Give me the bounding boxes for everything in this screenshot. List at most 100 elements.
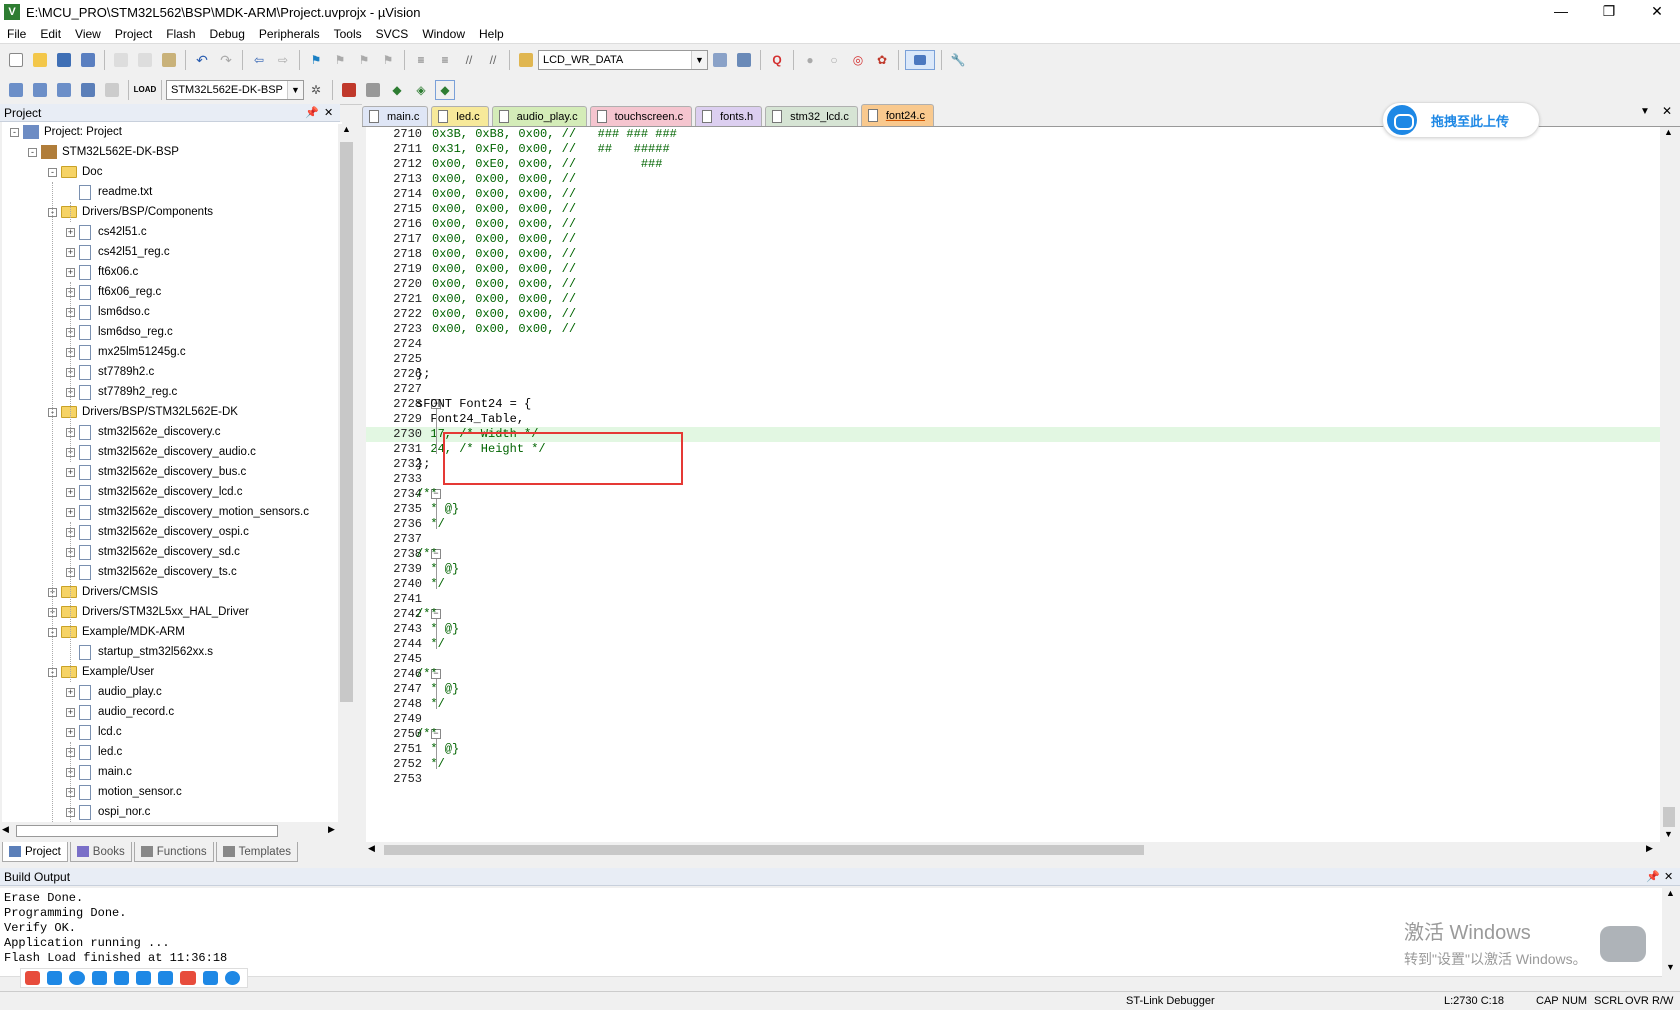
new-file-icon[interactable] xyxy=(6,50,26,70)
code-line[interactable]: 2725 xyxy=(366,352,1660,367)
moon-icon[interactable] xyxy=(69,971,85,985)
menu-project[interactable]: Project xyxy=(108,27,159,41)
undo-icon[interactable]: ↶ xyxy=(192,50,212,70)
code-line[interactable]: 2724 xyxy=(366,337,1660,352)
chinese-mode-icon[interactable] xyxy=(47,971,63,985)
find-icon[interactable] xyxy=(710,50,730,70)
tree-item[interactable]: + audio_record.c xyxy=(66,702,174,722)
scroll-up-icon[interactable]: ▲ xyxy=(338,124,355,140)
bookmark-icon[interactable]: ⚑ xyxy=(306,50,326,70)
tree-item[interactable]: + stm32l562e_discovery_bus.c xyxy=(66,462,246,482)
code-line[interactable]: 2739 * @} xyxy=(366,562,1660,577)
tree-item[interactable]: - Example/MDK-ARM xyxy=(48,622,185,642)
build-icon[interactable] xyxy=(30,80,50,100)
code-line[interactable]: 2737 xyxy=(366,532,1660,547)
code-line[interactable]: 2723 0x00, 0x00, 0x00, // xyxy=(366,322,1660,337)
close-button[interactable]: ✕ xyxy=(1634,0,1680,24)
pack-installer-icon[interactable]: ◆ xyxy=(387,80,407,100)
code-line[interactable]: 2716 0x00, 0x00, 0x00, // xyxy=(366,217,1660,232)
bottom-tab-project[interactable]: Project xyxy=(2,842,68,862)
save-icon[interactable] xyxy=(54,50,74,70)
chevron-down-icon[interactable]: ▼ xyxy=(691,51,707,69)
open-folder-icon[interactable] xyxy=(30,50,50,70)
tree-item[interactable]: + mx25lm51245g.c xyxy=(66,342,186,362)
select-packs-icon[interactable]: ◈ xyxy=(411,80,431,100)
code-line[interactable]: 2722 0x00, 0x00, 0x00, // xyxy=(366,307,1660,322)
scroll-up-icon[interactable]: ▲ xyxy=(1664,127,1673,137)
manage-multi-project-icon[interactable] xyxy=(363,80,383,100)
code-line[interactable]: 2742−/** xyxy=(366,607,1660,622)
tree-item[interactable]: + led.c xyxy=(66,742,122,762)
code-line[interactable]: 2750−/** xyxy=(366,727,1660,742)
tree-item[interactable]: + cs42l51.c xyxy=(66,222,147,242)
video-icon[interactable] xyxy=(180,971,196,985)
scroll-down-icon[interactable]: ▼ xyxy=(1664,829,1673,839)
code-line[interactable]: 2718 0x00, 0x00, 0x00, // xyxy=(366,247,1660,262)
code-line[interactable]: 2744 */ xyxy=(366,637,1660,652)
code-line[interactable]: 2717 0x00, 0x00, 0x00, // xyxy=(366,232,1660,247)
indent-icon[interactable]: ≡ xyxy=(411,50,431,70)
menu-view[interactable]: View xyxy=(68,27,108,41)
tree-item[interactable]: + stm32l562e_discovery_motion_sensors.c xyxy=(66,502,309,522)
code-line[interactable]: 2712 0x00, 0xE0, 0x00, // ### xyxy=(366,157,1660,172)
tree-item[interactable]: + stm32l562e_discovery_ospi.c xyxy=(66,522,249,542)
target-options-icon[interactable]: ✲ xyxy=(306,80,326,100)
tree-item[interactable]: + audio_play.c xyxy=(66,682,162,702)
expand-icon[interactable]: + xyxy=(66,247,75,257)
menu-edit[interactable]: Edit xyxy=(33,27,68,41)
user-icon[interactable] xyxy=(136,971,152,985)
keyboard-icon[interactable] xyxy=(113,971,130,985)
clear-bookmarks-icon[interactable]: ⚑ xyxy=(378,50,398,70)
code-line[interactable]: 2711 0x31, 0xF0, 0x00, // ## ##### xyxy=(366,142,1660,157)
prev-bookmark-icon[interactable]: ⚑ xyxy=(330,50,350,70)
bottom-tab-books[interactable]: Books xyxy=(69,842,132,862)
tab-stm32-lcd-c[interactable]: stm32_lcd.c xyxy=(765,106,858,126)
scrollbar-thumb[interactable] xyxy=(340,142,353,702)
editor-vertical-scrollbar[interactable]: ▲ ▼ xyxy=(1660,127,1678,842)
drag-upload-button[interactable]: 拖拽至此上传 xyxy=(1382,102,1540,138)
tree-item[interactable]: + stm32l562e_discovery_sd.c xyxy=(66,542,240,562)
code-line[interactable]: 2720 0x00, 0x00, 0x00, // xyxy=(366,277,1660,292)
tree-item[interactable]: + cs42l51_reg.c xyxy=(66,242,170,262)
find-combo[interactable]: LCD_WR_DATA ▼ xyxy=(538,50,708,70)
editor-horizontal-scrollbar[interactable]: ◀ ▶ xyxy=(366,842,1660,858)
code-line[interactable]: 2721 0x00, 0x00, 0x00, // xyxy=(366,292,1660,307)
scroll-up-icon[interactable]: ▲ xyxy=(1666,888,1675,898)
tree-item[interactable]: - Doc xyxy=(48,162,102,182)
simplified-icon[interactable] xyxy=(158,971,174,985)
disable-breakpoints-icon[interactable]: ◎ xyxy=(848,50,868,70)
menu-debug[interactable]: Debug xyxy=(203,27,252,41)
skin-icon[interactable] xyxy=(202,971,218,985)
batch-build-icon[interactable] xyxy=(78,80,98,100)
tab-list-chevron-icon[interactable]: ▼ xyxy=(1640,106,1650,117)
menu-peripherals[interactable]: Peripherals xyxy=(252,27,327,41)
tree-item[interactable]: + stm32l562e_discovery_ts.c xyxy=(66,562,237,582)
stop-build-icon[interactable] xyxy=(102,80,122,100)
sogou-logo-icon[interactable] xyxy=(25,971,41,985)
scroll-left-icon[interactable]: ◀ xyxy=(2,824,9,835)
navigate-back-icon[interactable]: ⇦ xyxy=(249,50,269,70)
code-line[interactable]: 2748 */ xyxy=(366,697,1660,712)
settings-gear-icon[interactable] xyxy=(224,971,241,985)
run-time-environment-icon[interactable]: ◆ xyxy=(435,79,455,100)
build-horizontal-scrollbar[interactable] xyxy=(0,976,1662,991)
tab-fonts-h[interactable]: fonts.h xyxy=(695,106,763,126)
paste-icon[interactable] xyxy=(159,50,179,70)
chevron-down-icon[interactable]: ▼ xyxy=(287,80,303,99)
navigate-forward-icon[interactable]: ⇨ xyxy=(273,50,293,70)
code-line[interactable]: 2727 xyxy=(366,382,1660,397)
manage-project-icon[interactable] xyxy=(339,80,359,100)
tab-touchscreen-c[interactable]: touchscreen.c xyxy=(589,106,693,126)
collapse-icon[interactable]: - xyxy=(48,167,57,177)
scrollbar-thumb[interactable] xyxy=(384,845,1144,855)
tab-led-c[interactable]: led.c xyxy=(431,106,489,126)
expand-icon[interactable]: + xyxy=(66,267,75,277)
scrollbar-thumb[interactable] xyxy=(1663,807,1675,827)
menu-file[interactable]: File xyxy=(0,27,33,41)
expand-icon[interactable]: + xyxy=(66,727,75,737)
copy-icon[interactable] xyxy=(135,50,155,70)
bottom-tab-templates[interactable]: Templates xyxy=(215,842,299,862)
code-line[interactable]: 2751 * @} xyxy=(366,742,1660,757)
tab-main-c[interactable]: main.c xyxy=(362,106,429,126)
tree-item[interactable]: + ft6x06.c xyxy=(66,262,138,282)
